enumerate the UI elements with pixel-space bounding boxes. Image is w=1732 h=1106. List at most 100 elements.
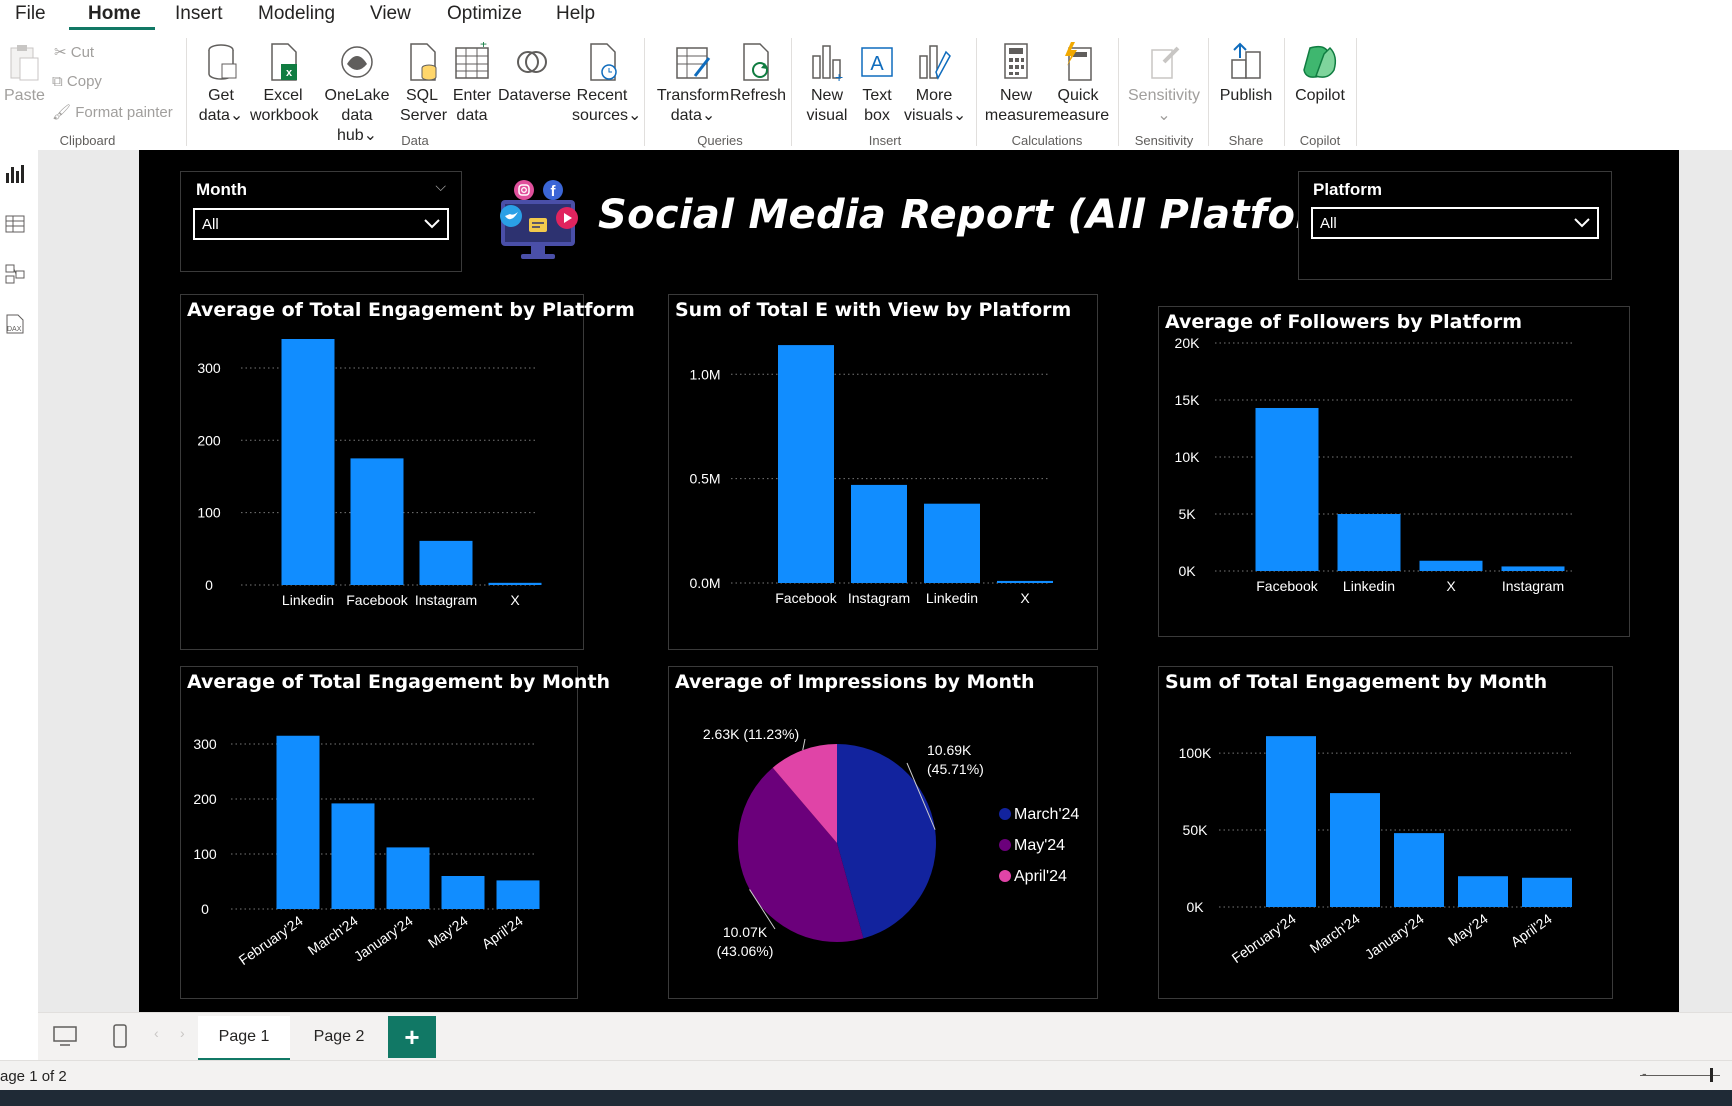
label: Copilot xyxy=(1295,87,1345,104)
legend-item: April'24 xyxy=(1014,868,1067,885)
label: workbook xyxy=(250,107,319,124)
x-tick-label: X xyxy=(510,592,520,608)
refresh-button[interactable]: Refresh xyxy=(730,42,786,106)
publish-button[interactable]: Publish xyxy=(1216,42,1276,106)
separator xyxy=(1118,38,1119,146)
label: Transform xyxy=(656,87,730,104)
quick-measure-button[interactable]: Quick measure xyxy=(1046,42,1110,126)
dataverse-button[interactable]: Dataverse xyxy=(498,42,571,106)
bar-march-24 xyxy=(331,803,375,909)
scroll-left-icon[interactable]: ‹ xyxy=(154,1025,159,1041)
chart-sum-engagement-by-month[interactable]: Sum of Total Engagement by Month 0K 50K 10… xyxy=(1158,666,1613,999)
new-visual-icon: + xyxy=(812,45,843,82)
data-label: 10.07K xyxy=(723,924,768,940)
bar-chart: 0K 50K 100K February'24 March'24 January'24 Ma… xyxy=(1179,736,1572,966)
copilot-button[interactable]: Copilot xyxy=(1290,42,1350,106)
platform-slicer[interactable]: Platform All xyxy=(1298,171,1612,280)
dax-query-view-icon[interactable]: DAX xyxy=(4,313,26,335)
paste-button[interactable]: Paste xyxy=(4,42,45,106)
enter-data-button[interactable]: + Enter data xyxy=(450,42,494,126)
y-tick-label: 0.5M xyxy=(689,471,720,487)
sensitivity-button[interactable]: Sensitivity ⌄ xyxy=(1128,42,1200,126)
zoom-slider[interactable] xyxy=(1640,1075,1720,1076)
format-painter-button[interactable]: 🖌 Format painter xyxy=(52,103,173,121)
copilot-group-label: Copilot xyxy=(1299,133,1341,148)
sql-server-icon xyxy=(410,43,437,81)
more-visuals-button[interactable]: More visuals⌄ xyxy=(904,42,966,126)
report-view-icon[interactable] xyxy=(4,163,26,185)
label: More xyxy=(915,87,953,104)
label: measure xyxy=(1046,107,1110,124)
format-painter-icon: 🖌 xyxy=(52,104,72,121)
quick-measure-icon xyxy=(1065,42,1092,81)
label: OneLake xyxy=(324,87,390,104)
chart-followers-by-platform[interactable]: Average of Followers by Platform 0K 5K 10K… xyxy=(1158,306,1630,637)
menu-modeling[interactable]: Modeling xyxy=(258,3,335,25)
text-box-icon: A xyxy=(861,47,893,77)
bar-may-24 xyxy=(441,876,485,909)
bar-chart: 0100200300February'24 March'24January'24 M… xyxy=(193,735,540,968)
menu-file[interactable]: File xyxy=(15,3,46,25)
bar-linkedin xyxy=(1337,514,1401,571)
sql-server-button[interactable]: SQL Server xyxy=(400,42,447,126)
svg-text:A: A xyxy=(870,53,884,75)
menu-home[interactable]: Home xyxy=(88,3,141,25)
page-tab-2[interactable]: Page 2 xyxy=(292,1016,386,1058)
bar-instagram xyxy=(1501,566,1565,571)
menu-optimize[interactable]: Optimize xyxy=(447,3,522,25)
recent-sources-button[interactable]: Recent sources⌄ xyxy=(572,42,641,126)
chart-engagement-by-platform[interactable]: Average of Total Engagement by Platform … xyxy=(180,294,635,650)
cut-button[interactable]: ✂ Cut xyxy=(54,43,94,61)
bar-x xyxy=(1419,560,1483,571)
zoom-out-icon[interactable]: - xyxy=(1642,1065,1647,1081)
menu-view[interactable]: View xyxy=(370,3,411,25)
bar-facebook xyxy=(778,345,834,583)
chart-impressions-by-month[interactable]: Average of Impressions by Month 10.69K (4… xyxy=(668,666,1098,999)
svg-text:DAX: DAX xyxy=(7,326,22,333)
bar-instagram xyxy=(419,540,473,585)
excel-workbook-button[interactable]: x Excel workbook xyxy=(250,42,319,126)
month-slicer[interactable]: Month ⌵ All xyxy=(180,171,462,272)
label: data xyxy=(198,107,230,124)
separator xyxy=(1284,38,1285,146)
label: data xyxy=(670,107,702,124)
legend-item: May'24 xyxy=(1014,837,1065,854)
chart-engagement-by-month[interactable]: Average of Total Engagement by Month 0 10… xyxy=(180,666,610,999)
share-group-label: Share xyxy=(1228,133,1264,148)
separator xyxy=(644,38,645,146)
month-dropdown[interactable]: All xyxy=(193,208,449,240)
transform-data-icon xyxy=(676,47,711,79)
model-view-icon[interactable] xyxy=(4,263,26,285)
menu-help[interactable]: Help xyxy=(556,3,595,25)
x-tick-label: X xyxy=(1020,590,1030,606)
onelake-data-hub-button[interactable]: OneLake data hub⌄ xyxy=(320,42,394,146)
scroll-right-icon[interactable]: › xyxy=(180,1025,185,1041)
chart-total-e-with-view-by-platform[interactable]: Sum of Total E with View by Platform 0.0… xyxy=(668,294,1098,650)
desktop-layout-icon[interactable] xyxy=(52,1025,78,1047)
table-view-icon[interactable] xyxy=(4,213,26,235)
mobile-layout-icon[interactable] xyxy=(112,1023,128,1049)
separator xyxy=(976,38,977,146)
cut-icon: ✂ xyxy=(54,44,67,61)
publish-icon xyxy=(1231,42,1261,79)
get-data-button[interactable]: Get data⌄ xyxy=(196,42,246,126)
text-box-button[interactable]: A Text box xyxy=(854,42,900,126)
copy-button[interactable]: ⧉ Copy xyxy=(52,73,102,90)
transform-data-button[interactable]: Transform data⌄ xyxy=(656,42,730,126)
label: Quick xyxy=(1057,87,1099,104)
x-tick-label: May'24 xyxy=(1445,910,1491,949)
menu-bar: File Home Insert Modeling View Optimize … xyxy=(0,0,1732,30)
svg-text:+: + xyxy=(835,69,843,82)
new-measure-button[interactable]: New measure xyxy=(984,42,1048,126)
zoom-slider-thumb[interactable] xyxy=(1710,1068,1713,1082)
menu-insert[interactable]: Insert xyxy=(175,3,223,25)
add-page-button[interactable]: + xyxy=(388,1016,436,1058)
bar-january-24 xyxy=(386,847,430,909)
label: Sensitivity xyxy=(1128,87,1201,104)
x-tick-label: Instagram xyxy=(1502,578,1564,594)
x-tick-label: Facebook xyxy=(775,590,837,606)
new-visual-button[interactable]: + New visual xyxy=(804,42,850,126)
page-tab-1[interactable]: Page 1 xyxy=(198,1016,290,1061)
platform-dropdown[interactable]: All xyxy=(1311,207,1599,239)
x-tick-label: Instagram xyxy=(415,592,477,608)
